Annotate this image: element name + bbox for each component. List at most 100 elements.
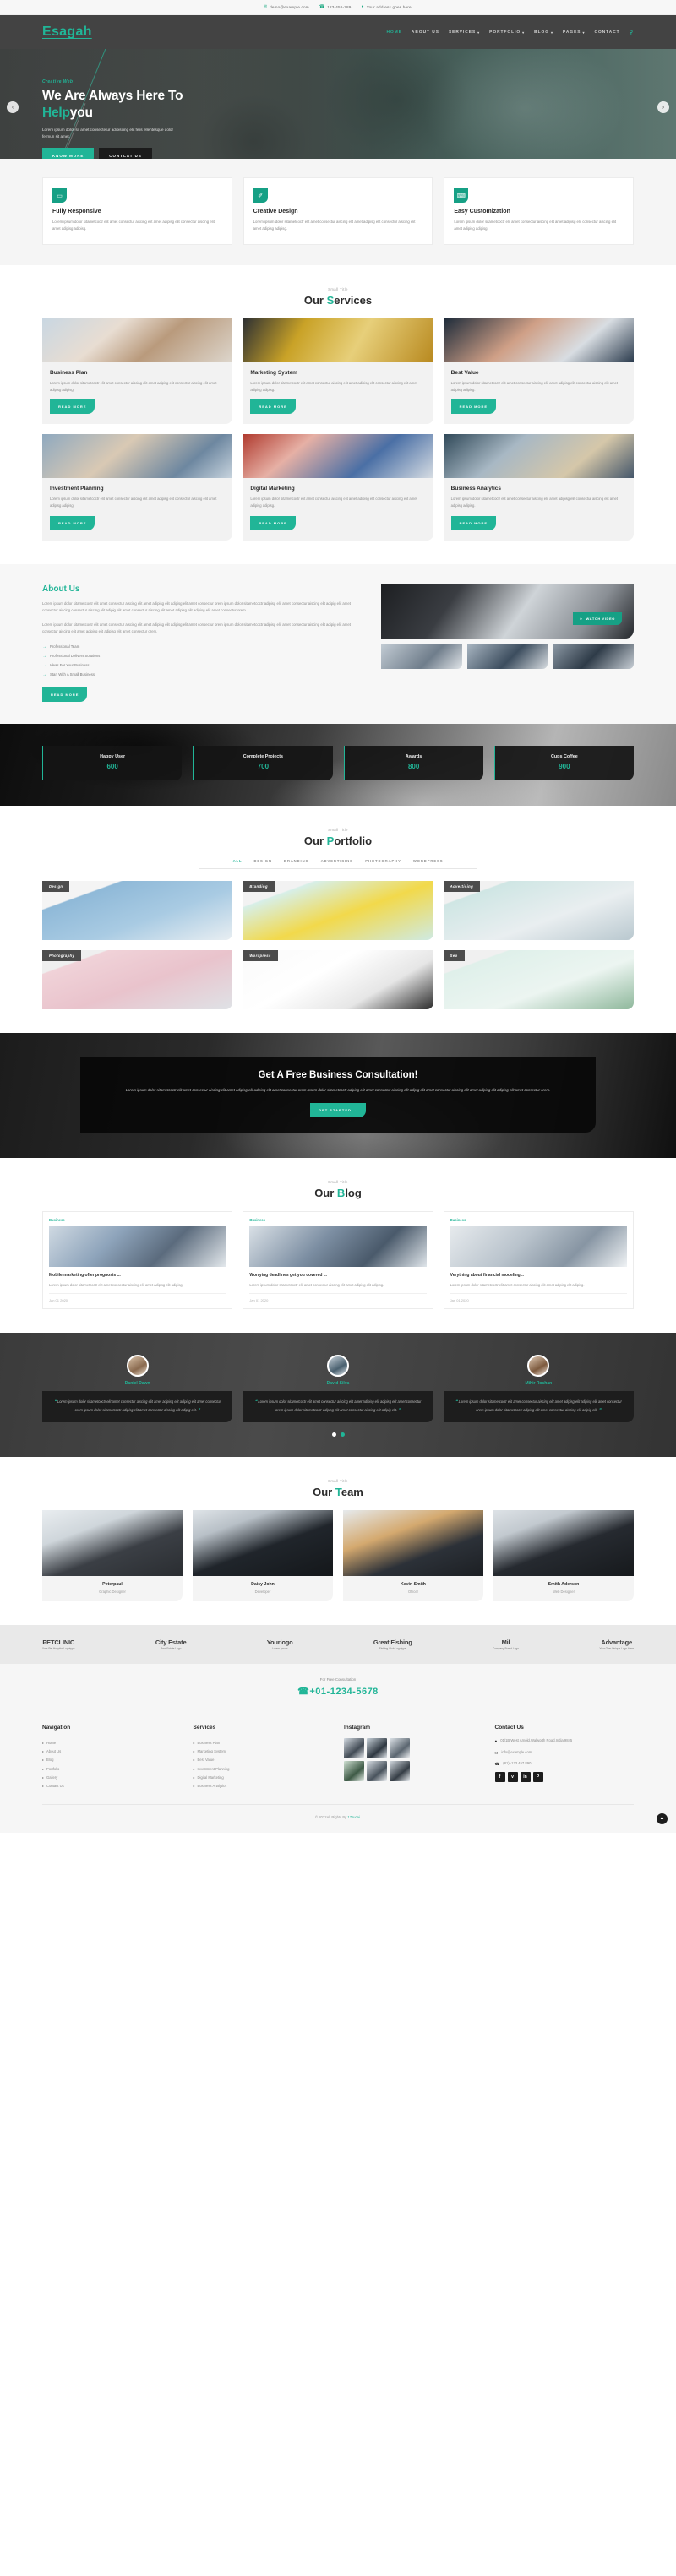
twitter-icon[interactable]: ᴠ	[507, 1772, 518, 1783]
site-logo[interactable]: Esagah	[42, 24, 92, 40]
portfolio-filter-all[interactable]: ALL	[233, 859, 243, 863]
service-read-more-button[interactable]: READ MORE	[50, 515, 95, 530]
about-read-more-button[interactable]: READ MORE	[42, 687, 88, 703]
footer-link-portfolio[interactable]: Portfolio	[42, 1764, 182, 1773]
service-image	[443, 434, 634, 479]
footer-link-blog[interactable]: Blog	[42, 1756, 182, 1764]
instagram-thumb[interactable]	[344, 1761, 364, 1782]
team-member-photo	[42, 1510, 183, 1577]
footer-service-digital-marketing[interactable]: Digital Marketing	[194, 1773, 333, 1781]
footer-service-investment-planning[interactable]: Investment Planning	[194, 1764, 333, 1773]
footer-link-home[interactable]: Home	[42, 1738, 182, 1747]
facebook-icon[interactable]: f	[494, 1772, 505, 1783]
linkedin-icon[interactable]: in	[520, 1772, 531, 1783]
chevron-up-icon[interactable]: ▲	[657, 1812, 668, 1824]
nav-item-home[interactable]: HOME	[387, 30, 402, 35]
footer-email[interactable]: ✉ info@example.com	[495, 1750, 635, 1756]
instagram-gallery	[344, 1738, 410, 1782]
pagination-dot-active[interactable]	[340, 1432, 345, 1437]
nav-item-contact[interactable]: CONTACT	[595, 30, 620, 35]
service-read-more-button[interactable]: READ MORE	[250, 515, 296, 530]
client-logo-name: PETCLINIC	[42, 1639, 75, 1647]
quote-close-icon: ❞	[198, 1407, 200, 1413]
service-image	[42, 318, 233, 362]
hero-heading-rest: you	[69, 105, 93, 120]
footer-phone[interactable]: ☎ (81)+123 457 890	[495, 1761, 635, 1767]
portfolio-item[interactable]: Photography	[42, 950, 233, 1010]
watch-video-button[interactable]: ► WATCH VIDEO	[572, 611, 622, 625]
consultation-phone-number[interactable]: ☎+01-1234-5678	[0, 1686, 676, 1697]
footer-service-best-value[interactable]: Best Value	[194, 1756, 333, 1764]
footer-service-business-analytics[interactable]: Business Analytics	[194, 1781, 333, 1790]
blog-post-excerpt: Lorem ipsum dolor sitametcoctr elit amet…	[450, 1283, 585, 1288]
topbar-email[interactable]: ✉ demo@example.com	[264, 5, 309, 10]
laptop-icon: ⌨	[454, 188, 469, 203]
service-card: Best Value Lorem ipsum dolor sitametcoct…	[443, 318, 634, 425]
quote-open-icon: ❝	[254, 1399, 258, 1405]
team-member-photo	[343, 1510, 483, 1577]
portfolio-filter-photography[interactable]: PHOTOGRAPHY	[365, 859, 401, 863]
nav-item-services[interactable]: SERVICES ▾	[449, 30, 480, 35]
hero-prev-arrow[interactable]: ‹	[7, 101, 19, 113]
instagram-thumb[interactable]	[344, 1738, 364, 1759]
footer-link-gallery[interactable]: Gallery	[42, 1773, 182, 1781]
portfolio-filter-wordpress[interactable]: WORDPRESS	[413, 859, 444, 863]
service-title: Best Value	[450, 369, 479, 376]
blog-card[interactable]: Business Mobile marketing offer prognosi…	[42, 1210, 233, 1310]
portfolio-item[interactable]: Wordpress	[243, 950, 433, 1010]
blog-card[interactable]: Business Worrying deadlines get you cove…	[243, 1210, 433, 1310]
phone-icon: ☎	[319, 4, 325, 9]
blog-card[interactable]: Business Verything about financial model…	[443, 1210, 634, 1310]
hero-next-arrow[interactable]: ›	[657, 101, 669, 113]
counter-value: 700	[257, 763, 270, 771]
team-section: Small Title Our Team Peterpaul Graphic D…	[0, 1457, 676, 1626]
hero-know-more-button[interactable]: KNOW MORE	[42, 147, 95, 159]
team-card: Daisy John Developer	[193, 1510, 333, 1602]
chevron-down-icon: ▾	[582, 30, 586, 35]
hero-contact-us-button[interactable]: CONTCAT US	[99, 147, 152, 159]
portfolio-filter-advertising[interactable]: ADVERTISING	[321, 859, 354, 863]
team-member-name: Peterpaul	[102, 1582, 123, 1588]
nav-item-pages[interactable]: PAGES ▾	[563, 30, 585, 35]
service-read-more-button[interactable]: READ MORE	[50, 399, 95, 415]
instagram-thumb[interactable]	[367, 1761, 387, 1782]
pagination-dot[interactable]	[331, 1432, 336, 1437]
portfolio-item[interactable]: Seo	[443, 950, 634, 1010]
team-member-photo	[193, 1510, 333, 1577]
topbar-phone[interactable]: ☎ 123-456-789	[319, 4, 352, 10]
footer-service-marketing-system[interactable]: Marketing System	[194, 1747, 333, 1756]
portfolio-item-tag: Photography	[42, 950, 82, 962]
instagram-thumb[interactable]	[390, 1761, 410, 1782]
counter-value: 600	[106, 763, 118, 771]
portfolio-item[interactable]: Design	[42, 881, 233, 941]
about-title: About Us	[42, 584, 80, 594]
team-eyebrow: Small Title	[328, 1479, 348, 1484]
nav-item-about-us[interactable]: ABOUT US	[412, 30, 439, 35]
client-logo: Great Fishing Fishing Club Logotype	[373, 1639, 412, 1650]
team-member-role: Officer	[408, 1590, 418, 1595]
copyright-link[interactable]: 17sucai	[347, 1815, 359, 1819]
instagram-thumb[interactable]	[367, 1738, 387, 1759]
footer-link-about-us[interactable]: About Us	[42, 1747, 182, 1756]
service-read-more-button[interactable]: READ MORE	[450, 515, 497, 530]
footer-service-business-plan[interactable]: Business Plan	[194, 1738, 333, 1747]
footer-link-contact-us[interactable]: Contact Us	[42, 1781, 182, 1790]
search-icon[interactable]: ⚲	[630, 30, 634, 35]
pinterest-icon[interactable]: P	[532, 1772, 543, 1783]
portfolio-item[interactable]: Advertising	[443, 881, 634, 941]
nav-item-blog[interactable]: BLOG ▾	[534, 30, 553, 35]
about-section: About Us Lorem ipsum dolor sitametcoctr …	[0, 563, 676, 725]
nav-item-portfolio[interactable]: PORTFOLIO ▾	[489, 30, 525, 35]
portfolio-item[interactable]: Branding	[243, 881, 433, 941]
feature-card: ▭ Fully Responsive Lorem ipsum dolor sit…	[42, 177, 232, 245]
phone-icon: ☎	[494, 1762, 500, 1767]
client-logo: City Estate Real Estate Logo	[155, 1639, 187, 1650]
service-read-more-button[interactable]: READ MORE	[450, 399, 497, 415]
instagram-thumb[interactable]	[390, 1738, 410, 1759]
portfolio-filter-branding[interactable]: BRANDING	[284, 859, 309, 863]
service-read-more-button[interactable]: READ MORE	[250, 399, 296, 415]
map-pin-icon: ●	[361, 4, 364, 9]
portfolio-filter-design[interactable]: DESIGN	[254, 859, 271, 863]
service-card: Business Analytics Lorem ipsum dolor sit…	[443, 434, 634, 541]
get-started-button[interactable]: GET STARTED →	[309, 1102, 367, 1117]
